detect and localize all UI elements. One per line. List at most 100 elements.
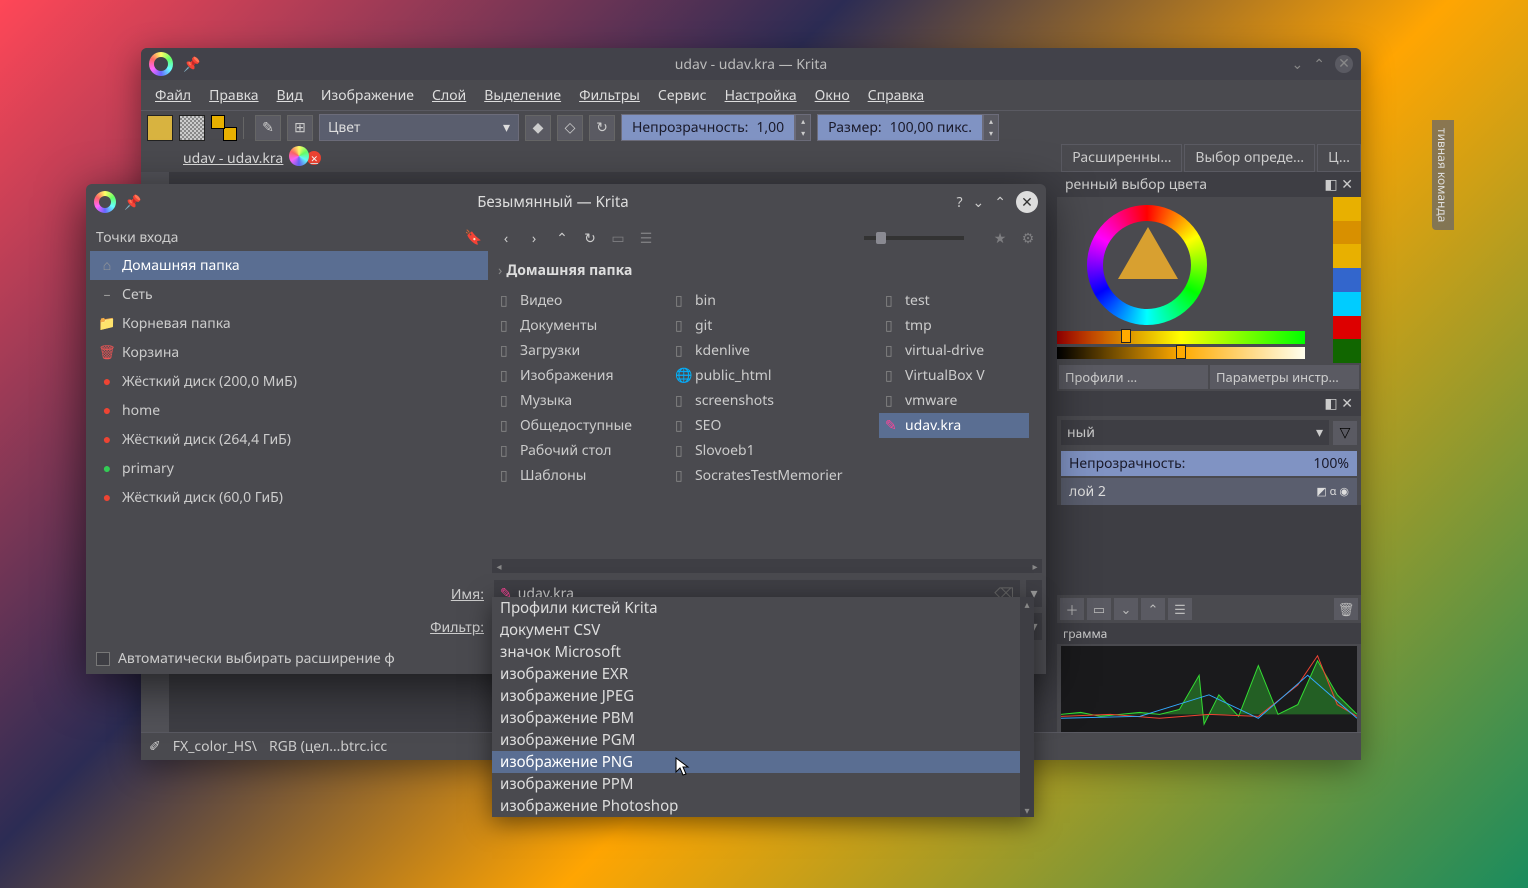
place-item[interactable]: ●primary — [90, 454, 488, 483]
brush-preset-button[interactable]: ✎ — [255, 115, 281, 141]
opacity-spin-arrows[interactable]: ▴▾ — [795, 114, 811, 141]
document-tab[interactable]: udav - udav.kra✕ — [169, 144, 335, 172]
filter-option[interactable]: изображение PNG — [492, 751, 1034, 773]
opacity-spinbox[interactable]: Непрозрачность:1,00 — [621, 114, 795, 141]
place-item[interactable]: 🗑Корзина — [90, 338, 488, 367]
tab-close-icon[interactable]: ✕ — [307, 151, 321, 165]
layer-blendmode-combo[interactable]: ный▾ — [1061, 420, 1329, 445]
fg-bg-colors[interactable] — [211, 115, 237, 141]
filter-option[interactable]: изображение EXR — [492, 663, 1034, 685]
menu-filters[interactable]: Фильтры — [571, 82, 648, 109]
dialog-close-icon[interactable]: ✕ — [1016, 191, 1038, 213]
file-item[interactable]: ▯Изображения — [494, 363, 669, 388]
layer-item[interactable]: лой 2◩ α ◉ — [1061, 478, 1357, 505]
pattern-swatch[interactable] — [179, 115, 205, 141]
menu-view[interactable]: Вид — [269, 82, 311, 109]
layer-properties-icon[interactable]: ☰ — [1168, 598, 1192, 620]
alpha-lock-toggle[interactable]: ◇ — [557, 115, 583, 141]
filter-option[interactable]: Профили кистей Krita — [492, 597, 1034, 619]
nav-bookmark-icon[interactable]: ★ — [988, 226, 1012, 250]
size-spinbox[interactable]: Размер:100,00 пикс. — [817, 114, 983, 141]
file-hscrollbar[interactable]: ◂▸ — [492, 559, 1042, 573]
blend-mode-combo[interactable]: Цвет▾ — [319, 114, 519, 141]
icon-size-slider[interactable] — [864, 236, 964, 240]
size-spin-arrows[interactable]: ▴▾ — [983, 114, 999, 141]
file-item[interactable]: ▯Шаблоны — [494, 463, 669, 488]
docker-tab-specific[interactable]: Выбор опреде… — [1184, 144, 1315, 172]
nav-settings-icon[interactable]: ⚙ — [1016, 226, 1040, 250]
filter-option[interactable]: изображение Photoshop — [492, 795, 1034, 817]
hue-slider[interactable] — [1057, 331, 1305, 344]
file-item[interactable]: ▯screenshots — [669, 388, 879, 413]
layer-down-icon[interactable]: ⌄ — [1114, 598, 1138, 620]
file-item[interactable]: ▯Загрузки — [494, 338, 669, 363]
edge-panel-tab[interactable]: тивная команда — [1432, 120, 1454, 230]
gradient-swatch[interactable] — [147, 115, 173, 141]
dialog-minimize-icon[interactable]: ⌄ — [973, 193, 985, 212]
layer-opacity-slider[interactable]: Непрозрачность:100% — [1061, 451, 1357, 476]
menu-file[interactable]: Файл — [147, 82, 199, 109]
file-item[interactable]: ✎udav.kra — [879, 413, 1029, 438]
menu-settings[interactable]: Настройка — [717, 82, 805, 109]
file-item[interactable]: ▯bin — [669, 288, 879, 313]
menu-select[interactable]: Выделение — [476, 82, 569, 109]
reload-preset-button[interactable]: ↻ — [589, 115, 615, 141]
brush-settings-button[interactable]: ⊞ — [287, 115, 313, 141]
file-item[interactable]: ▯Видео — [494, 288, 669, 313]
dock-tab-profiles[interactable]: Профили … — [1059, 365, 1208, 389]
nav-view-icon[interactable]: ☰ — [634, 226, 658, 250]
menu-help[interactable]: Справка — [860, 82, 933, 109]
nav-up-icon[interactable]: ⌃ — [550, 226, 574, 250]
filter-option[interactable]: документ CSV — [492, 619, 1034, 641]
maximize-icon[interactable]: ⌃ — [1313, 55, 1325, 74]
filter-option[interactable]: изображение PGM — [492, 729, 1034, 751]
value-slider[interactable] — [1057, 347, 1305, 360]
menu-image[interactable]: Изображение — [313, 82, 422, 109]
place-item[interactable]: ●Жёсткий диск (264,4 ГиБ) — [90, 425, 488, 454]
filter-option[interactable]: изображение PBM — [492, 707, 1034, 729]
nav-reload-icon[interactable]: ↻ — [578, 226, 602, 250]
layer-up-icon[interactable]: ⌃ — [1141, 598, 1165, 620]
minimize-icon[interactable]: ⌄ — [1292, 55, 1304, 74]
docker-tab-advanced[interactable]: Расширенны… — [1061, 144, 1182, 172]
filter-option[interactable]: значок Microsoft — [492, 641, 1034, 663]
place-item[interactable]: ●Жёсткий диск (200,0 МиБ) — [90, 367, 488, 396]
nav-forward-icon[interactable]: › — [522, 226, 546, 250]
file-item[interactable]: ▯Музыка — [494, 388, 669, 413]
file-item[interactable]: ▯Документы — [494, 313, 669, 338]
file-list[interactable]: ▯Видео▯Документы▯Загрузки▯Изображения▯Му… — [492, 286, 1042, 559]
dock-tab-tooloptions[interactable]: Параметры инстр… — [1210, 365, 1359, 389]
place-item[interactable]: ●Жёсткий диск (60,0 ГиБ) — [90, 483, 488, 512]
duplicate-layer-icon[interactable]: ▭ — [1087, 598, 1111, 620]
file-item[interactable]: ▯VirtualBox V — [879, 363, 1029, 388]
place-item[interactable]: ⌂Домашняя папка — [90, 251, 488, 280]
place-item[interactable]: ●home — [90, 396, 488, 425]
menu-layer[interactable]: Слой — [424, 82, 474, 109]
places-lock-icon[interactable]: 🔖 — [465, 228, 482, 247]
dialog-pin-icon[interactable]: 📌 — [124, 193, 141, 212]
menu-window[interactable]: Окно — [807, 82, 858, 109]
pin-icon[interactable]: 📌 — [183, 55, 200, 74]
file-item[interactable]: ▯SocratesTestMemorier — [669, 463, 879, 488]
nav-back-icon[interactable]: ‹ — [494, 226, 518, 250]
breadcrumb[interactable]: ›Домашняя папка — [492, 252, 1042, 286]
color-selector[interactable] — [1057, 197, 1361, 363]
close-icon[interactable]: ✕ — [1335, 55, 1353, 73]
menu-tools[interactable]: Сервис — [650, 82, 715, 109]
file-item[interactable]: ▯kdenlive — [669, 338, 879, 363]
file-item[interactable]: ▯Рабочий стол — [494, 438, 669, 463]
layers-list[interactable] — [1057, 505, 1361, 595]
place-item[interactable]: 📁Корневая папка — [90, 309, 488, 338]
place-item[interactable]: –Сеть — [90, 280, 488, 309]
file-item[interactable]: 🌐public_html — [669, 363, 879, 388]
nav-newfolder-icon[interactable]: ▭ — [606, 226, 630, 250]
file-item[interactable]: ▯vmware — [879, 388, 1029, 413]
file-item[interactable]: ▯test — [879, 288, 1029, 313]
file-item[interactable]: ▯git — [669, 313, 879, 338]
file-item[interactable]: ▯Общедоступные — [494, 413, 669, 438]
menu-edit[interactable]: Правка — [201, 82, 266, 109]
auto-extension-checkbox[interactable] — [96, 652, 110, 666]
color-history[interactable] — [1333, 197, 1361, 363]
color-triangle-icon[interactable] — [1118, 227, 1178, 279]
layer-filter-icon[interactable]: ▽ — [1333, 421, 1357, 445]
